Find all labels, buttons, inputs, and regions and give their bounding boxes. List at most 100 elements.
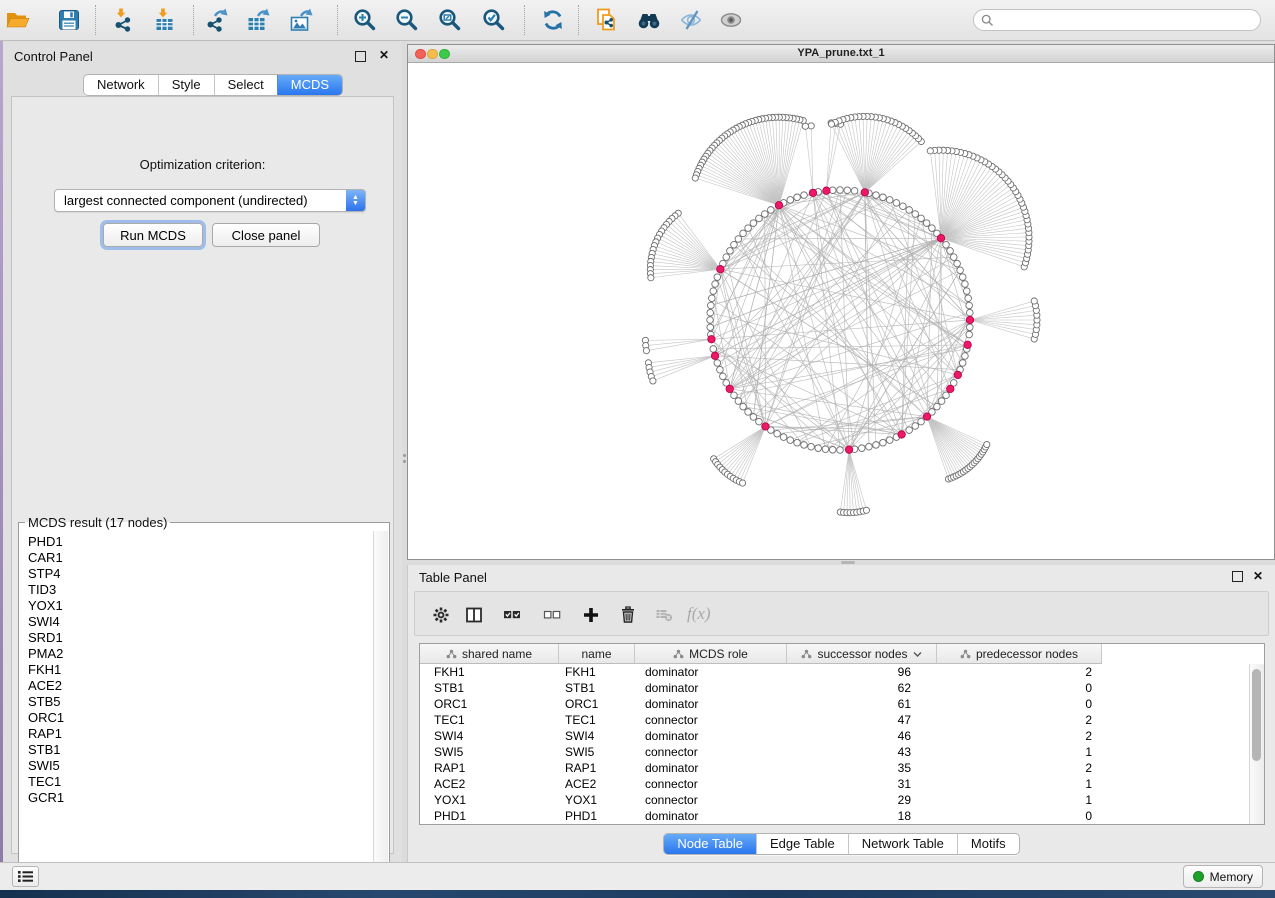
result-node[interactable]: PMA2 xyxy=(28,646,374,662)
result-node[interactable]: SWI4 xyxy=(28,614,374,630)
close-panel-icon[interactable]: ✕ xyxy=(379,48,389,62)
first-neighbors-icon[interactable] xyxy=(636,7,662,33)
table-panel-header: Table Panel ✕ xyxy=(408,565,1275,591)
delete-column-icon[interactable] xyxy=(619,606,637,624)
result-node[interactable]: STB5 xyxy=(28,694,374,710)
table-row[interactable]: ORC1ORC1dominator610 xyxy=(420,696,1249,712)
table-row[interactable]: STB1STB1dominator620 xyxy=(420,680,1249,696)
result-node[interactable]: STP4 xyxy=(28,566,374,582)
optimization-criterion-label: Optimization criterion: xyxy=(12,157,393,172)
table-row[interactable]: SWI4SWI4dominator462 xyxy=(420,728,1249,744)
tab-node-table[interactable]: Node Table xyxy=(664,834,756,854)
table-cell: dominator xyxy=(635,664,787,680)
tab-select[interactable]: Select xyxy=(214,75,277,95)
zoom-out-icon[interactable] xyxy=(394,7,420,33)
table-row[interactable]: TEC1TEC1connector472 xyxy=(420,712,1249,728)
close-table-panel-icon[interactable]: ✕ xyxy=(1253,569,1263,583)
result-node[interactable]: ORC1 xyxy=(28,710,374,726)
result-node[interactable]: ACE2 xyxy=(28,678,374,694)
toolbar-separator xyxy=(524,5,525,35)
result-node[interactable]: GCR1 xyxy=(28,790,374,806)
column-header-successor-nodes[interactable]: successor nodes xyxy=(787,644,937,664)
table-row[interactable]: FKH1FKH1dominator962 xyxy=(420,664,1249,680)
export-table-icon[interactable] xyxy=(245,7,271,33)
criterion-select[interactable]: largest connected component (undirected)… xyxy=(54,189,366,212)
control-panel-title: Control Panel xyxy=(14,49,93,64)
import-table-icon[interactable] xyxy=(152,7,178,33)
panel-list-button[interactable] xyxy=(12,866,39,887)
table-cell: 1 xyxy=(937,792,1102,808)
search-input[interactable] xyxy=(998,11,1260,29)
result-node[interactable]: CAR1 xyxy=(28,550,374,566)
table-cell: 0 xyxy=(937,680,1102,696)
column-header-name[interactable]: name xyxy=(559,644,635,664)
result-node[interactable]: PHD1 xyxy=(28,534,374,550)
table-cell: ACE2 xyxy=(559,776,635,792)
deselect-all-columns-icon[interactable] xyxy=(543,606,561,624)
column-header-predecessor-nodes[interactable]: predecessor nodes xyxy=(937,644,1102,664)
hide-selected-icon[interactable] xyxy=(678,7,704,33)
show-columns-icon[interactable] xyxy=(465,606,483,624)
tab-edge-table[interactable]: Edge Table xyxy=(756,834,848,854)
table-panel-title: Table Panel xyxy=(419,570,487,585)
column-header-shared-name[interactable]: shared name xyxy=(420,644,559,664)
export-network-icon[interactable] xyxy=(203,7,229,33)
result-node[interactable]: TID3 xyxy=(28,582,374,598)
table-cell: 18 xyxy=(787,808,937,824)
result-node[interactable]: YOX1 xyxy=(28,598,374,614)
table-cell: TEC1 xyxy=(559,712,635,728)
table-body: FKH1FKH1dominator962STB1STB1dominator620… xyxy=(420,664,1249,824)
zoom-selected-icon[interactable] xyxy=(481,7,507,33)
network-view: YPA_prune.txt_1 xyxy=(407,44,1275,560)
tab-network[interactable]: Network xyxy=(84,75,158,95)
table-row[interactable]: RAP1RAP1dominator352 xyxy=(420,760,1249,776)
import-network-icon[interactable] xyxy=(110,7,136,33)
export-image-icon[interactable] xyxy=(288,7,314,33)
table-cell: dominator xyxy=(635,760,787,776)
table-scrollbar-thumb[interactable] xyxy=(1252,669,1261,761)
table-cell: dominator xyxy=(635,680,787,696)
run-mcds-button[interactable]: Run MCDS xyxy=(103,223,203,247)
result-node[interactable]: SRD1 xyxy=(28,630,374,646)
duplicate-network-icon[interactable] xyxy=(594,7,620,33)
float-table-panel-icon[interactable] xyxy=(1232,571,1243,582)
float-panel-icon[interactable] xyxy=(355,51,366,62)
table-settings-gear-icon[interactable] xyxy=(432,606,450,624)
result-node[interactable]: RAP1 xyxy=(28,726,374,742)
tab-motifs[interactable]: Motifs xyxy=(957,834,1019,854)
table-cell: dominator xyxy=(635,696,787,712)
mcds-result-list[interactable]: PHD1CAR1STP4TID3YOX1SWI4SRD1PMA2FKH1ACE2… xyxy=(20,531,374,881)
zoom-fit-icon[interactable] xyxy=(437,7,463,33)
refresh-icon[interactable] xyxy=(540,7,566,33)
network-canvas[interactable] xyxy=(408,63,1274,559)
close-panel-button[interactable]: Close panel xyxy=(212,223,320,247)
table-row[interactable]: PHD1PHD1dominator180 xyxy=(420,808,1249,824)
result-list-scrollbar[interactable] xyxy=(373,531,388,881)
result-node[interactable]: STB1 xyxy=(28,742,374,758)
table-cell: SWI5 xyxy=(420,744,559,760)
save-session-icon[interactable] xyxy=(56,7,82,33)
show-all-icon[interactable] xyxy=(718,7,744,33)
open-file-icon[interactable] xyxy=(4,7,30,33)
zoom-in-icon[interactable] xyxy=(352,7,378,33)
table-cell: SWI5 xyxy=(559,744,635,760)
tab-network-table[interactable]: Network Table xyxy=(848,834,957,854)
select-all-columns-icon[interactable] xyxy=(503,606,521,624)
memory-button[interactable]: Memory xyxy=(1183,865,1263,888)
table-cell: ORC1 xyxy=(559,696,635,712)
tab-style[interactable]: Style xyxy=(158,75,214,95)
result-node[interactable]: TEC1 xyxy=(28,774,374,790)
table-scrollbar[interactable] xyxy=(1249,664,1264,824)
result-node[interactable]: FKH1 xyxy=(28,662,374,678)
result-node[interactable]: SWI5 xyxy=(28,758,374,774)
desktop-wallpaper-bottom xyxy=(0,890,1275,898)
table-row[interactable]: ACE2ACE2connector311 xyxy=(420,776,1249,792)
table-cell: STB1 xyxy=(420,680,559,696)
tab-mcds[interactable]: MCDS xyxy=(277,75,342,95)
column-header-MCDS-role[interactable]: MCDS role xyxy=(635,644,787,664)
table-cell: YOX1 xyxy=(559,792,635,808)
table-cell: 2 xyxy=(937,664,1102,680)
table-row[interactable]: SWI5SWI5connector431 xyxy=(420,744,1249,760)
table-row[interactable]: YOX1YOX1connector291 xyxy=(420,792,1249,808)
add-column-icon[interactable] xyxy=(582,606,600,624)
